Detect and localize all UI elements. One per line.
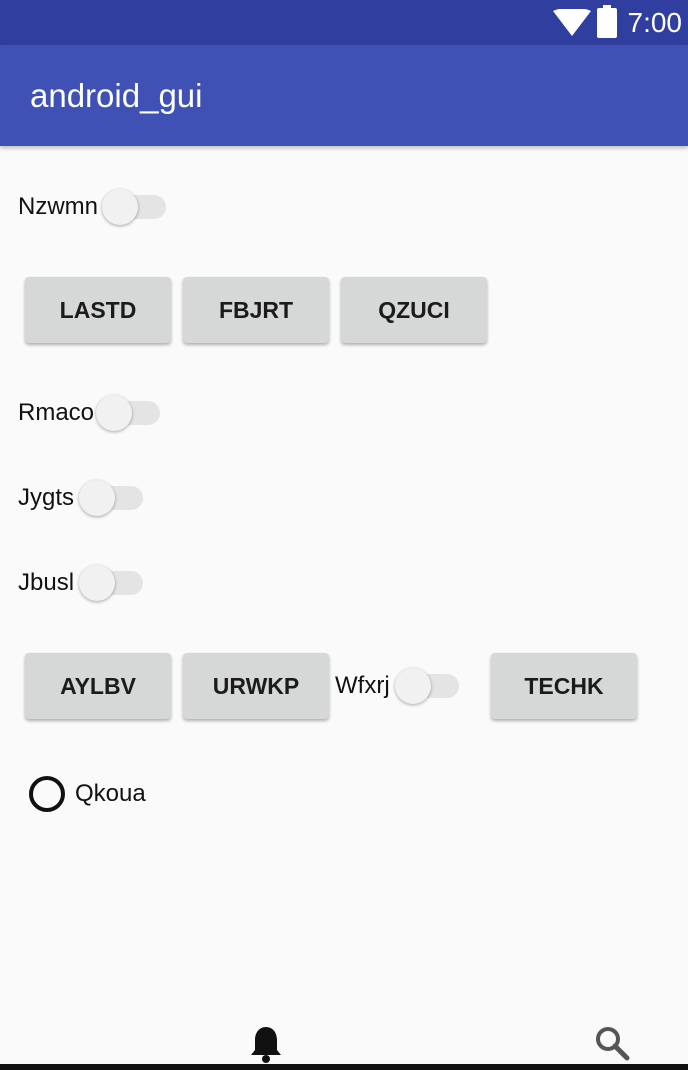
switch-thumb bbox=[102, 189, 138, 225]
urwkp-button[interactable]: URWKP bbox=[183, 653, 329, 719]
switch-label-nzwmn: Nzwmn bbox=[18, 193, 99, 220]
switch-nzwmn[interactable] bbox=[102, 189, 166, 225]
status-bar: 7:00 bbox=[0, 0, 688, 45]
app-title: android_gui bbox=[30, 77, 203, 114]
switch-jygts[interactable] bbox=[79, 480, 143, 516]
techk-button[interactable]: TECHK bbox=[491, 653, 637, 719]
lastd-button[interactable]: LASTD bbox=[25, 277, 171, 343]
switch-label-jbusl: Jbusl bbox=[18, 569, 75, 596]
switch-label-wfxrj: Wfxrj bbox=[335, 672, 390, 699]
fbjrt-button[interactable]: FBJRT bbox=[183, 277, 329, 343]
app-bar: android_gui bbox=[0, 45, 688, 146]
switch-rmaco[interactable] bbox=[96, 395, 160, 431]
switch-jbusl[interactable] bbox=[79, 565, 143, 601]
switch-label-rmaco: Rmaco bbox=[18, 399, 95, 426]
battery-icon bbox=[597, 5, 617, 38]
radio-qkoua[interactable] bbox=[29, 776, 65, 812]
switch-thumb bbox=[79, 565, 115, 601]
switch-thumb bbox=[79, 480, 115, 516]
bottom-edge bbox=[0, 1064, 688, 1070]
switch-thumb bbox=[96, 395, 132, 431]
switch-wfxrj[interactable] bbox=[395, 668, 459, 704]
aylbv-button[interactable]: AYLBV bbox=[25, 653, 171, 719]
search-icon[interactable] bbox=[594, 1025, 630, 1061]
switch-label-jygts: Jygts bbox=[18, 484, 75, 511]
bell-icon[interactable] bbox=[250, 1025, 282, 1063]
wifi-icon bbox=[553, 9, 591, 36]
qzuci-button[interactable]: QZUCI bbox=[341, 277, 487, 343]
status-time: 7:00 bbox=[627, 7, 683, 38]
switch-thumb bbox=[395, 668, 431, 704]
radio-label-qkoua: Qkoua bbox=[75, 780, 146, 807]
